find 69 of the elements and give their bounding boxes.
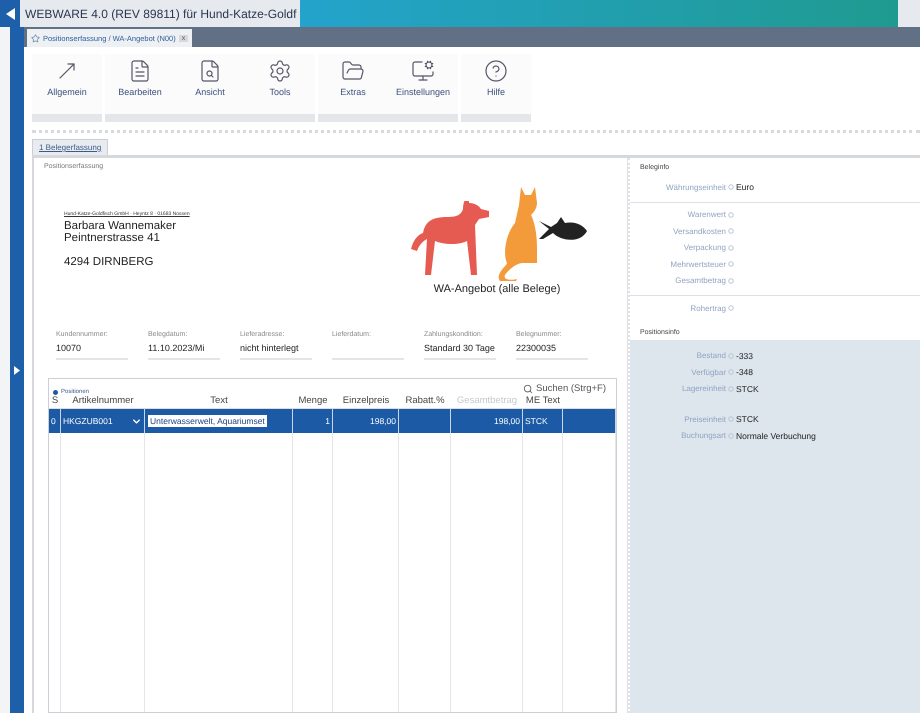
toolbar-button[interactable]: Tools <box>245 54 315 114</box>
address-line: 4294 DIRNBERG <box>64 256 154 268</box>
info-label: Verfügbar <box>690 368 726 377</box>
info-label: Gesamtbetrag <box>674 276 726 286</box>
table-cell[interactable] <box>563 409 616 433</box>
toolbar-button[interactable]: Extras <box>318 54 388 114</box>
window-title: WEBWARE 4.0 (REV 89811) für Hund-Katze-Goldf <box>24 6 298 22</box>
search-button[interactable]: Suchen (Strg+F) <box>517 382 612 395</box>
circle-icon <box>728 386 734 392</box>
field-value: 11.10.2023/Mi <box>148 342 206 355</box>
info-label: Buchungsart <box>680 431 726 440</box>
form-tab[interactable]: 1 Belegerfassung <box>32 139 108 155</box>
circle-icon <box>728 228 734 234</box>
toolbar-group-footer <box>32 114 102 122</box>
address-line: Peintnerstrasse 41 <box>64 232 161 244</box>
info-value: STCK <box>736 414 760 424</box>
circle-icon <box>728 352 734 359</box>
circle-icon <box>728 261 734 268</box>
toolbar-button[interactable]: Allgemein <box>32 54 102 114</box>
table-cell[interactable]: 1 <box>293 409 333 433</box>
toolbar-button[interactable]: Bearbeiten <box>105 54 175 114</box>
circle-icon <box>728 212 734 218</box>
toolbar-button[interactable]: Ansicht <box>175 54 245 114</box>
info-value: Euro <box>736 182 755 192</box>
info-label: Warenwert <box>686 210 726 220</box>
field-value: Standard 30 Tage <box>424 342 496 355</box>
table-cell[interactable]: 198,00 <box>333 409 399 433</box>
table-cell[interactable] <box>399 409 451 433</box>
table-cell[interactable]: STCK <box>523 409 563 433</box>
info-label: Versandkosten <box>672 226 726 236</box>
monitor-icon <box>411 59 435 83</box>
info-label: Preiseinheit <box>683 414 726 424</box>
info-value: -348 <box>736 367 754 378</box>
info-value: Normale Verbuchung <box>736 430 817 441</box>
circle-icon <box>728 184 734 190</box>
circle-icon <box>728 432 734 439</box>
info-label: Bestand <box>696 351 726 360</box>
back-arrow-icon[interactable] <box>4 6 16 20</box>
address-line: Barbara Wannemaker <box>64 220 178 232</box>
circle-icon <box>728 369 734 376</box>
bullet-icon <box>53 390 58 394</box>
info-label: Mehrwertsteuer <box>669 260 726 269</box>
back-button[interactable] <box>0 0 20 27</box>
field-value: 10070 <box>56 342 82 355</box>
help-icon <box>484 59 508 83</box>
circle-icon <box>728 416 734 422</box>
circle-icon <box>728 278 734 284</box>
circle-icon <box>728 244 734 251</box>
info-label: Währungseinheit <box>664 182 726 192</box>
gears-icon <box>268 59 292 83</box>
field-value: nicht hinterlegt <box>240 342 300 355</box>
info-label: Verpackung <box>682 243 726 252</box>
text-input-field[interactable]: Unterwasserwelt, Aquariumset <box>147 414 268 428</box>
toolbar-button[interactable]: Einstellungen <box>388 54 458 114</box>
star-icon[interactable] <box>31 34 40 42</box>
info-label: Rohertrag <box>689 304 726 313</box>
info-value: STCK <box>736 384 760 394</box>
toolbar-group-footer <box>461 114 531 122</box>
info-label: Lagereinheit <box>680 384 726 394</box>
table-cell[interactable]: 0 <box>49 409 61 433</box>
field-value: 22300035 <box>516 342 558 355</box>
document-title: WA-Angebot (alle Belege) <box>434 283 560 295</box>
circle-icon <box>728 305 734 312</box>
search-icon <box>523 384 534 394</box>
expand-icon[interactable] <box>14 366 20 374</box>
toolbar-button[interactable]: Hilfe <box>461 54 531 114</box>
table-cell[interactable]: 198,00 <box>451 409 523 433</box>
table-cell[interactable]: HKGZUB001 <box>61 409 145 433</box>
info-value: -333 <box>736 350 754 361</box>
